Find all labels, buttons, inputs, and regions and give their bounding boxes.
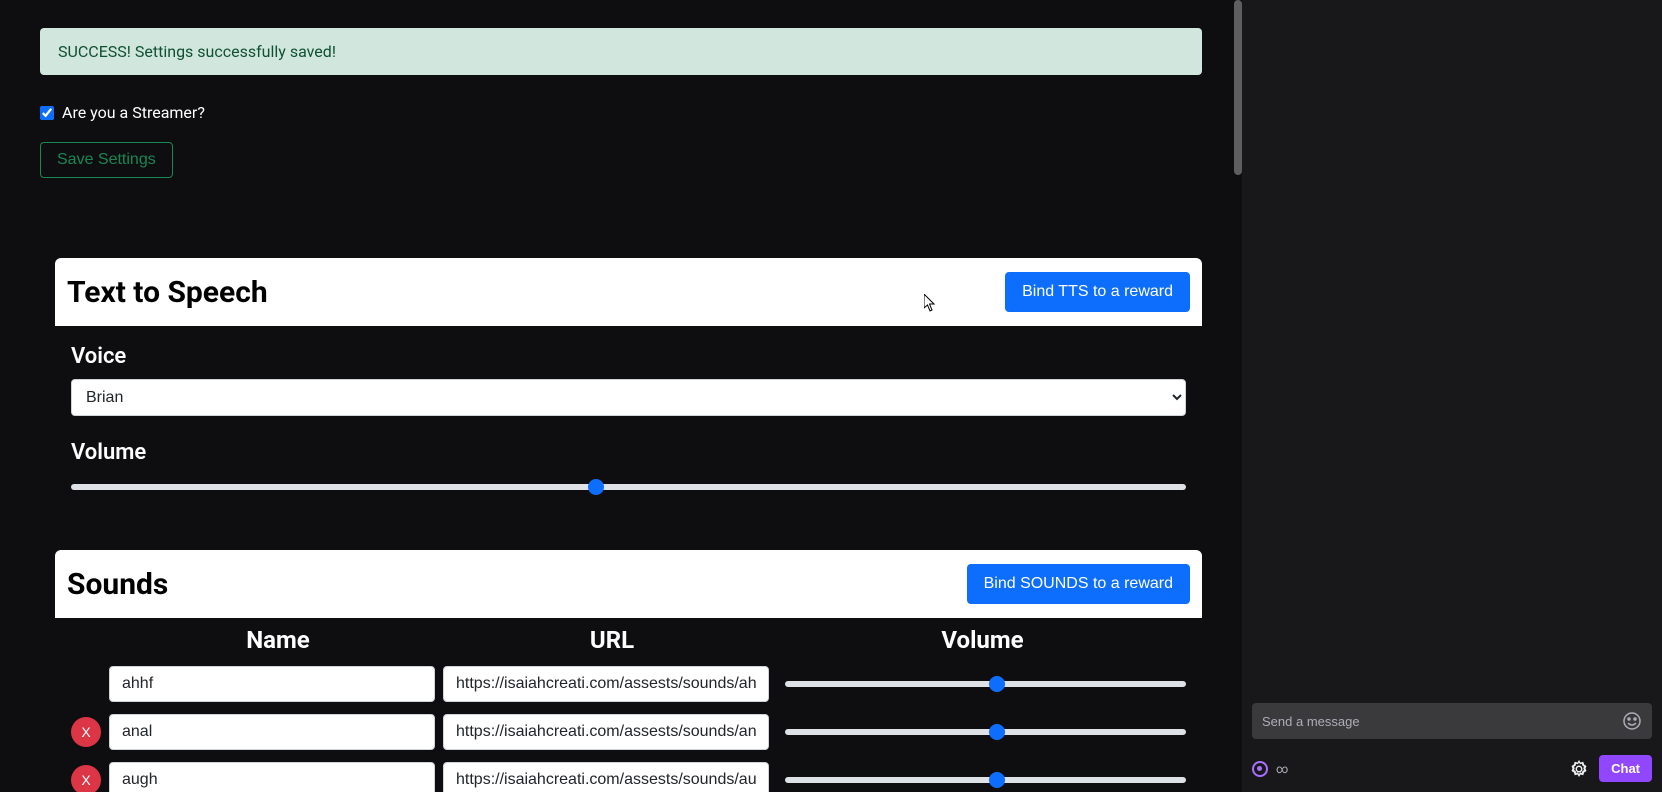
sound-url-input[interactable] bbox=[443, 714, 769, 750]
tts-volume-label: Volume bbox=[71, 440, 1186, 465]
streamer-checkbox-label: Are you a Streamer? bbox=[62, 103, 205, 122]
sound-volume-slider[interactable] bbox=[785, 681, 1186, 687]
voice-select[interactable]: Brian bbox=[71, 379, 1186, 416]
sound-row: X bbox=[55, 762, 1202, 792]
bind-tts-button[interactable]: Bind TTS to a reward bbox=[1005, 272, 1190, 312]
chat-footer: ∞ Chat bbox=[1242, 749, 1662, 792]
sound-name-input[interactable] bbox=[109, 714, 435, 750]
delete-sound-button[interactable]: X bbox=[71, 765, 101, 792]
sounds-col-url-header: URL bbox=[445, 626, 779, 654]
chat-panel: ∞ Chat bbox=[1242, 0, 1662, 792]
tts-panel-header: Text to Speech Bind TTS to a reward bbox=[55, 258, 1202, 326]
sounds-col-volume-header: Volume bbox=[779, 626, 1186, 654]
main-settings-area: SUCCESS! Settings successfully saved! Ar… bbox=[0, 0, 1242, 792]
success-alert: SUCCESS! Settings successfully saved! bbox=[40, 28, 1202, 75]
save-settings-button[interactable]: Save Settings bbox=[40, 142, 173, 178]
tts-title: Text to Speech bbox=[67, 275, 268, 310]
sound-row: X bbox=[55, 714, 1202, 750]
sound-volume-slider[interactable] bbox=[785, 777, 1186, 783]
tts-volume-slider[interactable] bbox=[71, 484, 1186, 490]
chat-send-button[interactable]: Chat bbox=[1599, 755, 1652, 782]
points-value: ∞ bbox=[1276, 762, 1288, 776]
chat-input-wrapper bbox=[1252, 703, 1652, 739]
sounds-panel: Sounds Bind SOUNDS to a reward Name URL … bbox=[55, 550, 1202, 792]
sound-name-input[interactable] bbox=[109, 762, 435, 792]
chat-body bbox=[1242, 0, 1662, 693]
sounds-panel-header: Sounds Bind SOUNDS to a reward bbox=[55, 550, 1202, 618]
sound-url-input[interactable] bbox=[443, 762, 769, 792]
delete-sound-button[interactable]: X bbox=[71, 717, 101, 747]
sounds-table-header: Name URL Volume bbox=[55, 626, 1202, 654]
bind-sounds-button[interactable]: Bind SOUNDS to a reward bbox=[967, 564, 1190, 604]
sounds-title: Sounds bbox=[67, 567, 168, 602]
sound-volume-slider[interactable] bbox=[785, 729, 1186, 735]
channel-points-icon[interactable] bbox=[1252, 761, 1268, 777]
sound-url-input[interactable] bbox=[443, 666, 769, 702]
streamer-checkbox[interactable] bbox=[40, 106, 54, 120]
sound-row bbox=[55, 666, 1202, 702]
scrollbar-thumb[interactable] bbox=[1234, 0, 1242, 175]
voice-label: Voice bbox=[71, 344, 1186, 369]
tts-panel: Text to Speech Bind TTS to a reward Voic… bbox=[55, 258, 1202, 510]
gear-icon[interactable] bbox=[1569, 759, 1589, 779]
emoji-icon[interactable] bbox=[1622, 711, 1642, 731]
sounds-col-name-header: Name bbox=[111, 626, 445, 654]
sound-name-input[interactable] bbox=[109, 666, 435, 702]
chat-message-input[interactable] bbox=[1262, 714, 1622, 729]
